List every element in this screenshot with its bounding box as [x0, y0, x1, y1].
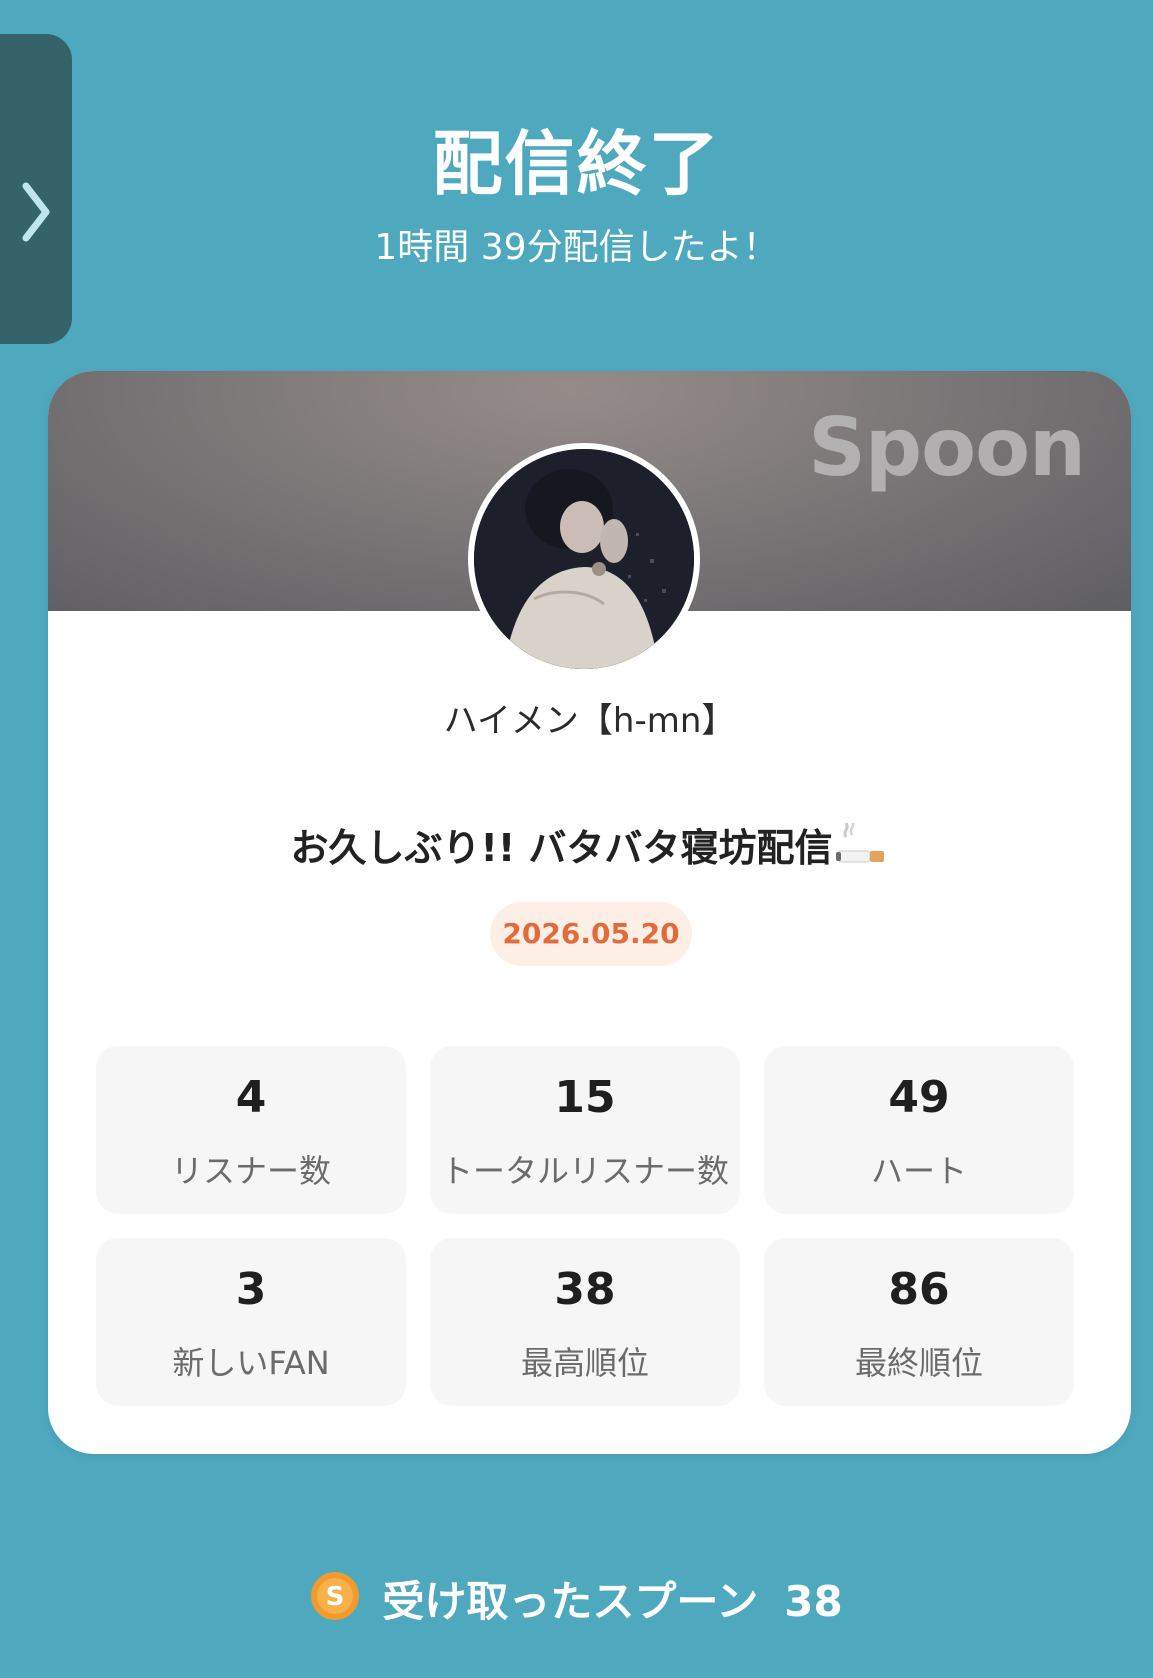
broadcast-duration: 1時間 39分配信したよ！: [374, 227, 779, 268]
stat-label: ハート: [870, 1152, 967, 1190]
stat-hearts: 49 ハート: [764, 1046, 1074, 1214]
avatar-image: [474, 449, 694, 669]
stat-label: 新しいFAN: [172, 1344, 330, 1382]
stat-final-rank: 86 最終順位: [764, 1238, 1074, 1406]
broadcast-summary-card: Spoon ハイメン【h-mn】 お久しぶり!! バタバタ寝坊配信 2026.0…: [48, 371, 1131, 1454]
stat-listeners: 4 リスナー数: [96, 1046, 406, 1214]
cigarette-icon: [836, 820, 888, 878]
spoon-coin-icon: S: [310, 1571, 360, 1631]
stat-highest-rank: 38 最高順位: [430, 1238, 740, 1406]
stat-value: 15: [554, 1072, 616, 1123]
stat-value: 4: [235, 1072, 267, 1123]
stat-value: 38: [554, 1264, 616, 1315]
stat-total-listeners: 15 トータルリスナー数: [430, 1046, 740, 1214]
stat-label: 最終順位: [854, 1344, 983, 1382]
stream-title: お久しぶり!! バタバタ寝坊配信: [48, 817, 1131, 878]
stat-label: リスナー数: [170, 1152, 331, 1190]
page-title: 配信終了: [432, 123, 721, 205]
stat-value: 86: [888, 1264, 950, 1315]
stat-value: 3: [235, 1264, 267, 1315]
avatar[interactable]: [468, 443, 700, 675]
received-spoons: S 受け取ったスプーン 38: [0, 1568, 1153, 1635]
stat-new-fans: 3 新しいFAN: [96, 1238, 406, 1406]
stat-label: 最高順位: [520, 1344, 649, 1382]
received-spoons-count: 38: [784, 1577, 843, 1626]
broadcaster-name: ハイメン【h-mn】: [443, 701, 736, 741]
stat-label: トータルリスナー数: [440, 1152, 729, 1190]
stats-grid: 4 リスナー数 15 トータルリスナー数 49 ハート 3 新しいFAN 38 …: [96, 1046, 1083, 1406]
brand-logo: Spoon: [808, 401, 1086, 494]
stat-value: 49: [888, 1072, 950, 1123]
broadcast-date-badge: 2026.05.20: [490, 902, 692, 966]
stream-title-text: お久しぶり!! バタバタ寝坊配信: [290, 826, 833, 870]
svg-text:S: S: [326, 1582, 345, 1612]
received-spoons-label: 受け取ったスプーン: [382, 1577, 759, 1626]
